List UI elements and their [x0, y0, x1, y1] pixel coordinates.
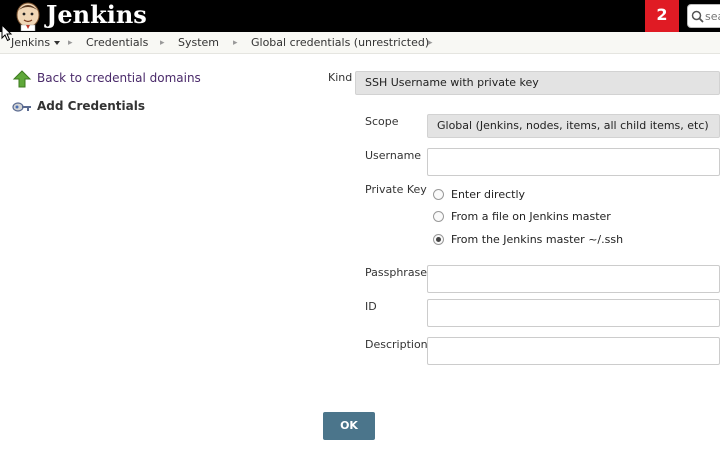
breadcrumb-credentials[interactable]: Credentials — [86, 32, 148, 54]
radio-button-selected[interactable] — [433, 234, 444, 245]
breadcrumb-separator-icon: ▸ — [68, 38, 73, 48]
description-field[interactable] — [427, 337, 720, 365]
brand-title[interactable]: Jenkins — [46, 0, 147, 30]
breadcrumb: Jenkins ▸ Credentials ▸ System ▸ Global … — [0, 32, 720, 54]
username-label: Username — [365, 149, 422, 162]
back-to-credential-domains-link[interactable]: Back to credential domains — [37, 71, 201, 85]
radio-button[interactable] — [433, 211, 444, 222]
ok-button[interactable]: OK — [323, 412, 375, 440]
notification-badge[interactable]: 2 — [645, 0, 679, 32]
search-input[interactable] — [705, 7, 720, 25]
breadcrumb-global-credentials[interactable]: Global credentials (unrestricted) — [251, 32, 429, 54]
mouse-cursor-icon — [1, 24, 13, 42]
breadcrumb-separator-icon: ▸ — [428, 38, 433, 48]
jenkins-logo-icon[interactable] — [12, 1, 44, 31]
passphrase-label: Passphrase — [365, 266, 428, 279]
search-icon — [691, 10, 704, 23]
radio-label[interactable]: From the Jenkins master ~/.ssh — [451, 233, 623, 246]
scope-select[interactable]: Global (Jenkins, nodes, items, all child… — [427, 114, 720, 138]
up-arrow-icon — [12, 70, 32, 88]
breadcrumb-jenkins-label: Jenkins — [11, 36, 51, 49]
scope-label: Scope — [365, 115, 399, 128]
add-credentials-label[interactable]: Add Credentials — [37, 99, 145, 113]
username-field[interactable] — [427, 148, 720, 176]
kind-select[interactable]: SSH Username with private key — [355, 71, 720, 95]
radio-button[interactable] — [433, 189, 444, 200]
breadcrumb-jenkins[interactable]: Jenkins — [11, 32, 61, 54]
breadcrumb-separator-icon: ▸ — [160, 38, 165, 48]
search-box[interactable] — [687, 4, 720, 28]
radio-label[interactable]: Enter directly — [451, 188, 525, 201]
top-header: Jenkins 2 — [0, 0, 720, 32]
description-label: Description — [365, 338, 428, 351]
id-field[interactable] — [427, 299, 720, 327]
radio-label[interactable]: From a file on Jenkins master — [451, 210, 611, 223]
breadcrumb-separator-icon: ▸ — [233, 38, 238, 48]
dropdown-caret-icon[interactable] — [54, 41, 61, 45]
id-label: ID — [365, 300, 377, 313]
key-icon — [12, 102, 31, 112]
kind-label: Kind — [328, 71, 353, 84]
passphrase-field[interactable] — [427, 265, 720, 293]
breadcrumb-system[interactable]: System — [178, 32, 219, 54]
private-key-label: Private Key — [365, 183, 427, 196]
